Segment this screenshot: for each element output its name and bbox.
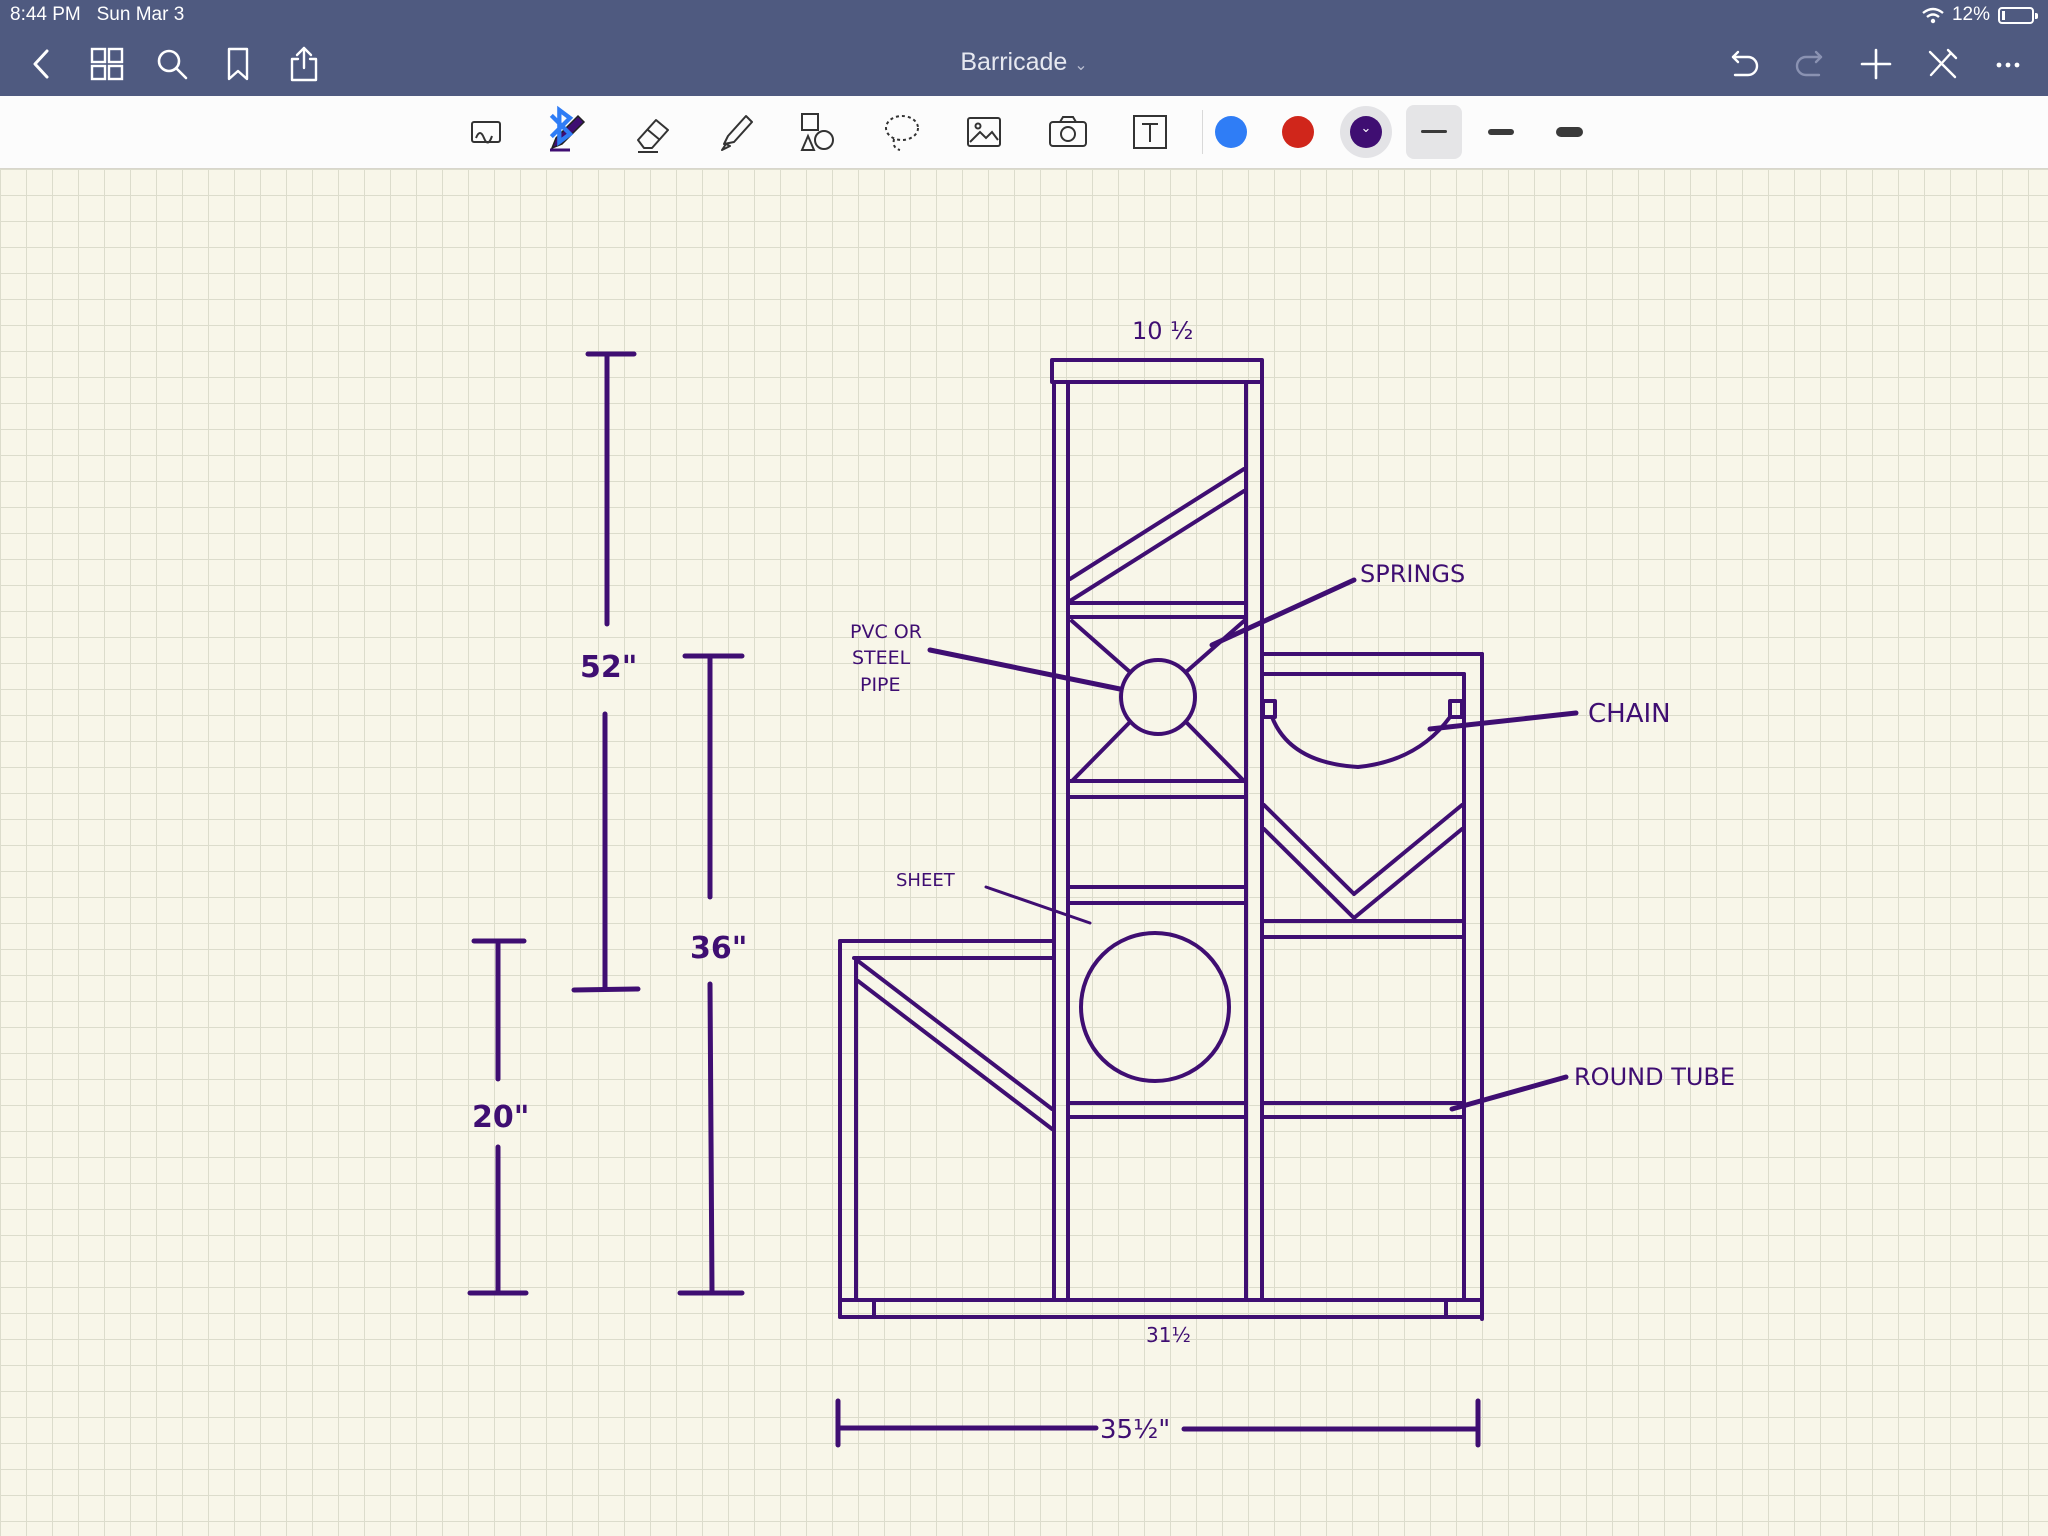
stroke-width-thick[interactable] [1556, 127, 1583, 137]
color-swatch-blue[interactable] [1215, 116, 1247, 148]
lasso-icon[interactable] [876, 108, 928, 156]
color-swatch-red[interactable] [1282, 116, 1314, 148]
label-round-tube: ROUND TUBE [1574, 1063, 1735, 1091]
battery-icon [1998, 6, 2038, 24]
label-pvc-line-2: STEEL [852, 647, 911, 669]
stroke-width-medium[interactable] [1488, 129, 1514, 135]
label-top-width: 10 ½ [1132, 317, 1193, 345]
label-height-low: 20" [472, 1100, 529, 1135]
camera-icon[interactable] [1042, 108, 1094, 156]
highlighter-icon[interactable] [710, 108, 762, 156]
chevron-down-icon: ⌄ [1360, 120, 1372, 135]
battery-level [2002, 10, 2005, 20]
navigation-bar: Barricade ⌄ [0, 30, 2048, 96]
eraser-icon[interactable] [628, 108, 680, 156]
label-sheet: SHEET [896, 870, 956, 891]
pen-off-icon[interactable] [1922, 44, 1962, 84]
wifi-icon [1922, 7, 1944, 23]
shapes-icon[interactable] [792, 108, 844, 156]
label-total-width: 35½" [1100, 1415, 1170, 1445]
note-canvas[interactable]: 10 ½ 52" 36" 20" PVC OR STEEL PIPE SPRIN… [0, 169, 2048, 1536]
label-chain: CHAIN [1588, 699, 1671, 729]
status-bar: 8:44 PM Sun Mar 3 12% [0, 0, 2048, 30]
label-height-mid: 36" [690, 931, 747, 966]
text-box-icon[interactable] [1124, 108, 1176, 156]
label-springs: SPRINGS [1360, 560, 1465, 588]
label-pvc-line-3: PIPE [860, 674, 901, 696]
keyboard-handwriting-icon[interactable] [460, 108, 512, 156]
image-icon[interactable] [958, 108, 1010, 156]
status-time-date: 8:44 PM Sun Mar 3 [10, 4, 185, 25]
stroke-width-fine[interactable] [1421, 130, 1447, 133]
drawing-toolbar: ⌄ [0, 96, 2048, 169]
battery-percent: 12% [1951, 4, 1990, 25]
bluetooth-icon [536, 102, 574, 147]
barricade-sketch: 10 ½ 52" 36" 20" PVC OR STEEL PIPE SPRIN… [467, 317, 1735, 1448]
color-swatch-purple[interactable]: ⌄ [1350, 116, 1382, 148]
label-inner-width: 31½ [1146, 1323, 1191, 1347]
label-pvc-line-1: PVC OR [850, 621, 922, 643]
chevron-down-icon[interactable]: ⌄ [1074, 57, 1087, 74]
status-right: 12% [1922, 4, 2038, 26]
label-height-total: 52" [580, 650, 637, 685]
sketch-strokes [467, 351, 1579, 1448]
add-page-icon[interactable] [1856, 44, 1896, 84]
more-icon[interactable] [1988, 44, 2028, 84]
toolbar-divider [1202, 110, 1203, 154]
redo-icon[interactable] [1790, 44, 1830, 84]
undo-icon[interactable] [1724, 44, 1764, 84]
